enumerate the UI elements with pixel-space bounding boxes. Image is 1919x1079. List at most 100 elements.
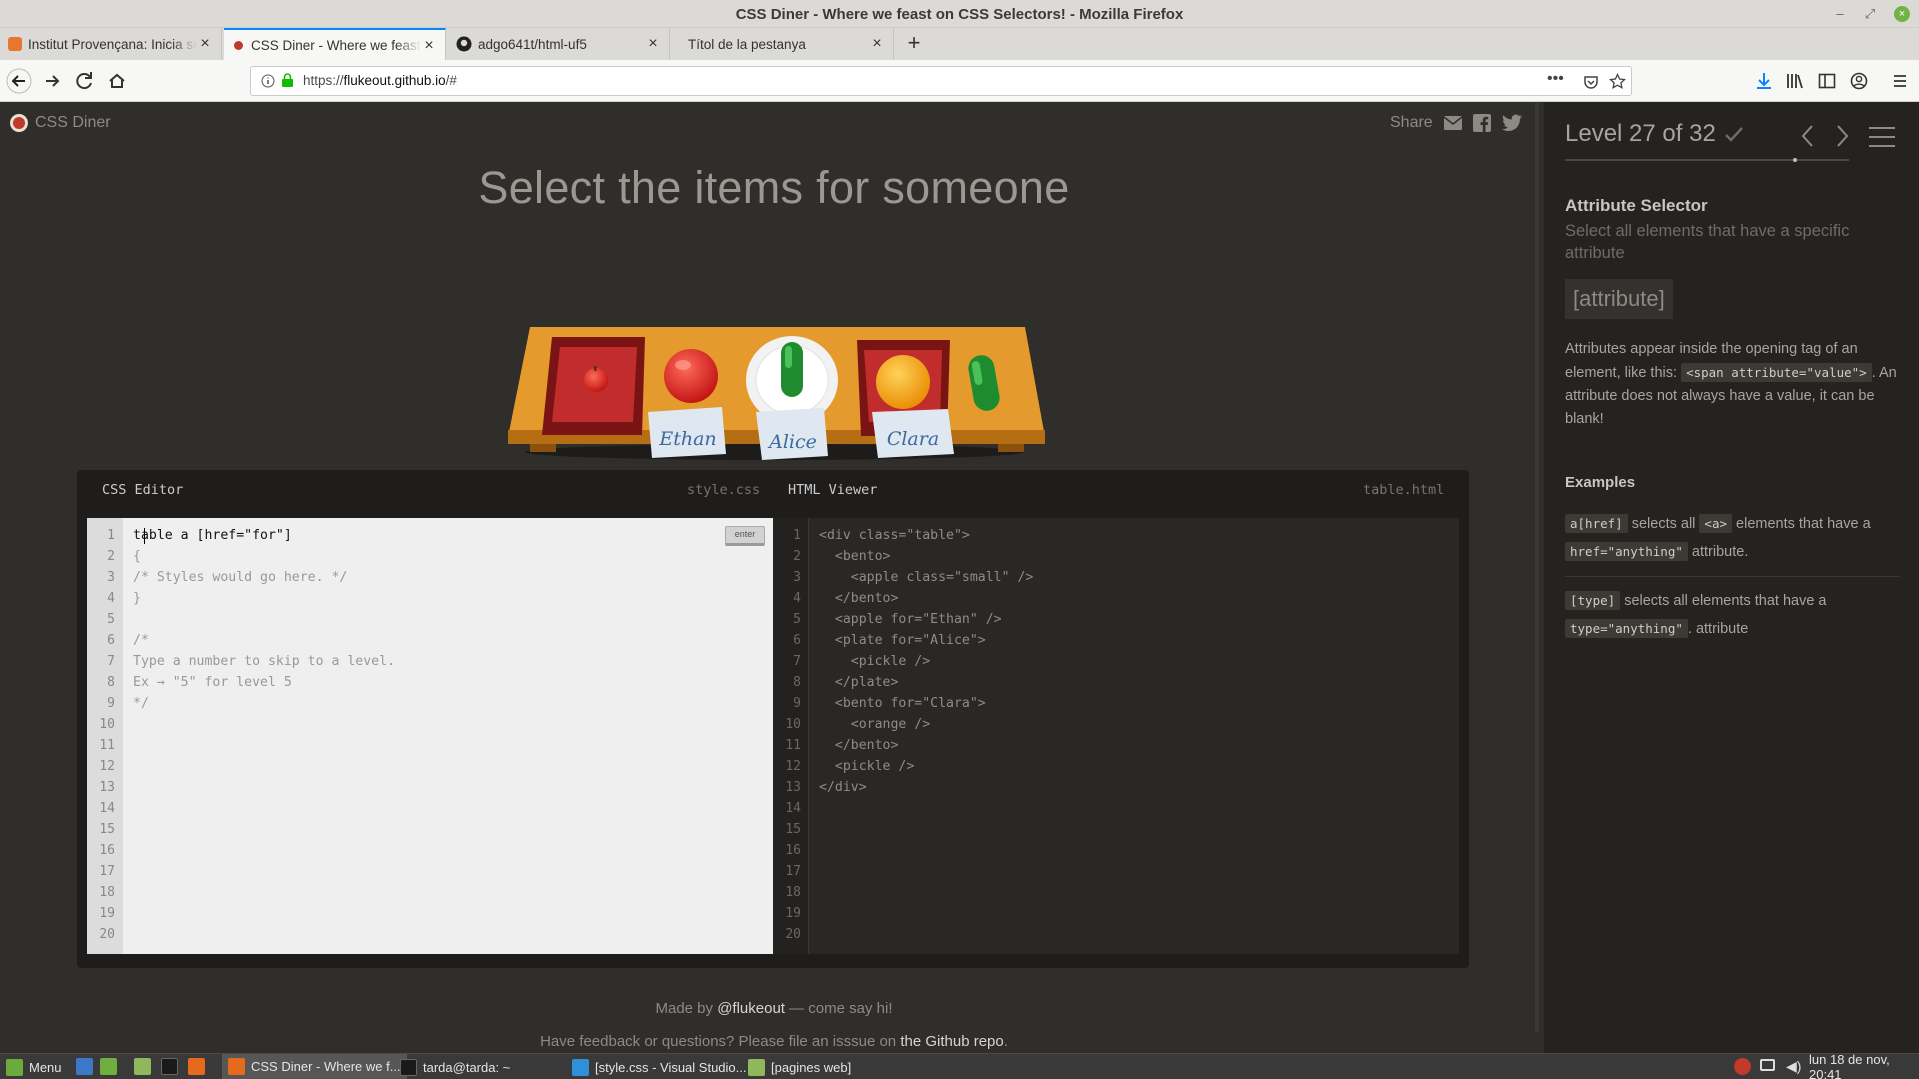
level-progress-bar [1565, 158, 1849, 162]
pocket-icon[interactable] [1583, 74, 1599, 90]
tab-institut[interactable]: Institut Provençana: Inicia se × [0, 28, 222, 60]
email-icon[interactable] [1443, 115, 1463, 131]
web-page: CSS Diner Share Select the items for som… [0, 102, 1919, 1053]
firefox-launcher-icon[interactable] [188, 1058, 205, 1075]
download-icon[interactable] [1755, 71, 1773, 91]
show-desktop-icon[interactable] [76, 1058, 93, 1075]
url-path: /# [445, 73, 457, 88]
close-tab-icon[interactable]: × [197, 35, 213, 53]
url-text[interactable]: https://flukeout.github.io/# [303, 73, 457, 88]
folder-launcher-icon[interactable] [134, 1058, 151, 1075]
line-number: 17 [785, 864, 801, 879]
tab-github[interactable]: adgo641t/html-uf5 × [448, 28, 670, 60]
update-shield-icon[interactable] [1734, 1058, 1751, 1075]
github-repo-link[interactable]: the Github repo [900, 1033, 1003, 1050]
close-tab-icon[interactable]: × [869, 35, 885, 53]
line-number: 20 [785, 927, 801, 942]
url-bar[interactable]: https://flukeout.github.io/# ••• [250, 66, 1632, 96]
line-number: 16 [785, 843, 801, 858]
author-link[interactable]: @flukeout [717, 1000, 785, 1017]
account-icon[interactable] [1850, 72, 1868, 90]
facebook-icon[interactable] [1472, 114, 1491, 132]
taskbar-window-folder[interactable]: [pagines web] [748, 1057, 851, 1077]
taskbar-window-terminal[interactable]: tarda@tarda: ~ [400, 1057, 510, 1077]
files-launcher-icon[interactable] [100, 1058, 117, 1075]
tab-bar: Institut Provençana: Inicia se × CSS Din… [0, 28, 1919, 61]
line-number: 11 [785, 738, 801, 753]
twitter-icon[interactable] [1501, 114, 1523, 132]
back-button[interactable] [6, 68, 32, 94]
line-number: 6 [793, 633, 801, 648]
taskbar-window-vscode[interactable]: [style.css - Visual Studio... [572, 1057, 747, 1077]
os-taskbar: Menu CSS Diner - Where we f... tarda@tar… [0, 1052, 1919, 1079]
next-level-icon[interactable] [1834, 124, 1850, 148]
place-card-alice: Alice [756, 408, 828, 460]
reload-button[interactable] [72, 68, 98, 94]
share-label: Share [1390, 114, 1433, 131]
tab-label: CSS Diner - Where we feast o [251, 38, 421, 53]
firefox-icon [228, 1058, 245, 1075]
home-button[interactable] [104, 68, 130, 94]
mint-logo-icon [6, 1058, 23, 1076]
volume-icon[interactable]: ◀) [1786, 1058, 1801, 1075]
bookmark-star-icon[interactable] [1609, 73, 1626, 90]
taskbar-window-label: CSS Diner - Where we f... [251, 1059, 401, 1074]
enter-button[interactable]: enter [725, 526, 765, 546]
menu-label: Menu [29, 1059, 62, 1075]
examples-title: Examples [1565, 474, 1636, 491]
line-number: 18 [785, 885, 801, 900]
tab-css-diner[interactable]: CSS Diner - Where we feast o × [224, 28, 446, 61]
line-number: 17 [99, 864, 115, 879]
taskbar-window-label: [style.css - Visual Studio... [595, 1059, 747, 1075]
line-number: 12 [99, 759, 115, 774]
line-number: 9 [793, 696, 801, 711]
bento-box [542, 337, 645, 435]
hamburger-menu-icon[interactable] [1892, 73, 1908, 89]
info-icon[interactable] [261, 74, 275, 88]
start-menu-button[interactable]: Menu [6, 1057, 62, 1077]
close-tab-icon[interactable]: × [645, 35, 661, 53]
page-scrollbar[interactable] [1535, 102, 1539, 1032]
footer-text: Have feedback or questions? Please file … [540, 1033, 897, 1050]
code-line: <bento for="Clara"> [819, 696, 986, 711]
lock-icon[interactable] [281, 73, 294, 88]
level-sidebar: Level 27 of 32 Attribute Selector Select… [1544, 102, 1919, 1053]
forward-button[interactable] [40, 68, 66, 94]
place-card-ethan: Ethan [648, 407, 726, 458]
examples-divider [1565, 576, 1900, 577]
page-actions-icon[interactable]: ••• [1547, 70, 1564, 88]
code-line: <plate for="Alice"> [819, 633, 986, 648]
css-editor[interactable]: 1 table a [href="for"] 2 {3 /* Styles would … [87, 518, 773, 954]
example-text: attribute. [1691, 544, 1749, 560]
url-scheme: https:// [303, 73, 344, 88]
share-bar: Share [1390, 114, 1523, 132]
code-line: table a [href="for"] [133, 528, 292, 543]
site-logo[interactable]: CSS Diner [10, 114, 111, 132]
line-number: 4 [793, 591, 801, 606]
network-icon[interactable] [1760, 1059, 1775, 1071]
footer-text: . [1003, 1033, 1008, 1050]
line-number: 1 [107, 528, 115, 543]
tab-titol[interactable]: Títol de la pestanya × [672, 28, 894, 60]
close-tab-icon[interactable]: × [421, 37, 437, 55]
previous-level-icon[interactable] [1800, 124, 1816, 148]
code-line: { [133, 549, 141, 564]
editor-panel: CSS Editor style.css HTML Viewer table.h… [77, 470, 1469, 968]
example-code: a[href] [1565, 514, 1628, 533]
clock[interactable]: lun 18 de nov, 20:41 [1809, 1052, 1919, 1079]
css-diner-logo-icon [10, 114, 28, 132]
taskbar-window-firefox[interactable]: CSS Diner - Where we f... [222, 1054, 407, 1079]
minimize-button[interactable]: – [1830, 4, 1850, 24]
selector-name: Attribute Selector [1565, 196, 1708, 215]
library-icon[interactable] [1786, 72, 1804, 90]
maximize-button[interactable]: ⤢ [1860, 4, 1880, 24]
line-number: 7 [107, 654, 115, 669]
level-menu-icon[interactable] [1868, 126, 1896, 148]
sidebar-toggle-icon[interactable] [1818, 72, 1836, 90]
new-tab-button[interactable]: + [902, 32, 926, 56]
code-line: Ex → "5" for level 5 [133, 675, 292, 690]
line-number: 14 [99, 801, 115, 816]
terminal-launcher-icon[interactable] [161, 1058, 178, 1075]
terminal-icon [400, 1058, 417, 1076]
close-window-button[interactable]: × [1894, 6, 1910, 22]
